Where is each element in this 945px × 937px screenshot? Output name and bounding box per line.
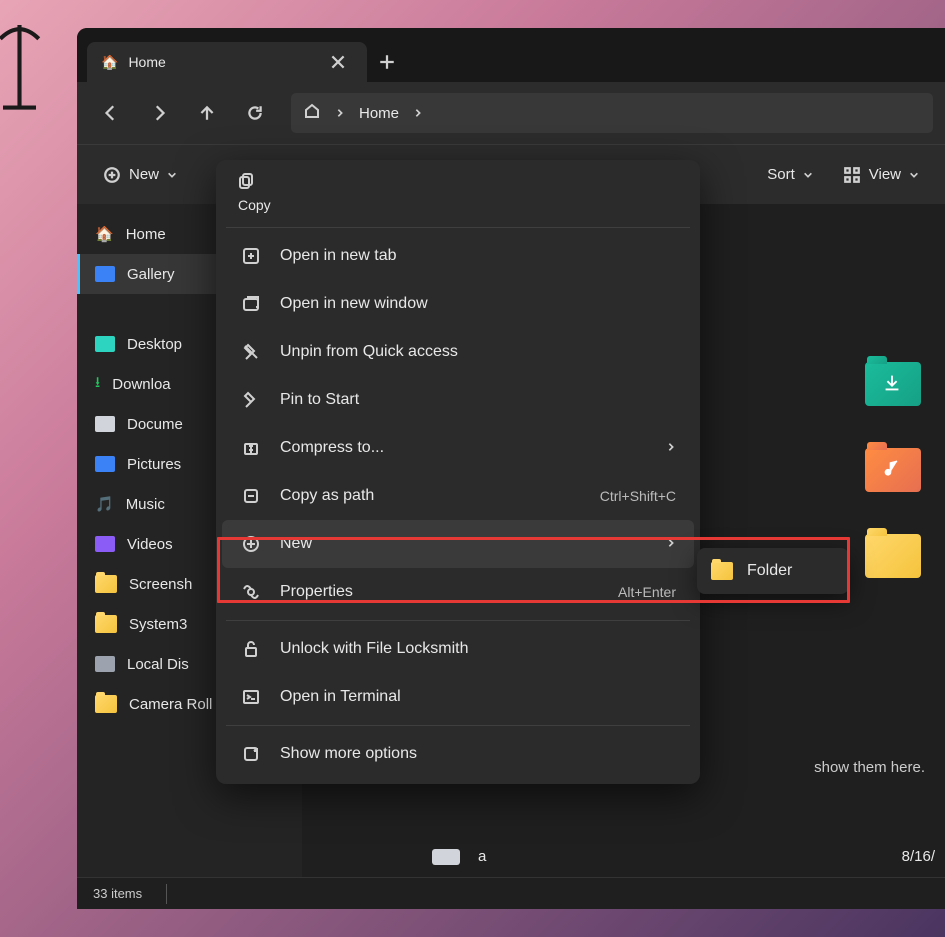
pin-icon [240, 391, 262, 409]
new-tab-icon [240, 247, 262, 265]
tab-home[interactable]: 🏠 Home [87, 42, 367, 82]
chevron-right-icon [413, 105, 423, 122]
drive-icon [432, 849, 460, 865]
properties-icon [240, 583, 262, 601]
ctx-properties[interactable]: PropertiesAlt+Enter [222, 568, 694, 616]
breadcrumb-home[interactable]: Home [359, 105, 399, 122]
list-row-date: 8/16/ [902, 848, 935, 865]
terminal-icon [240, 688, 262, 706]
view-button[interactable]: View [833, 160, 929, 190]
refresh-button[interactable] [233, 91, 277, 135]
ctx-open-new-tab[interactable]: Open in new tab [222, 232, 694, 280]
separator [226, 227, 690, 228]
ctx-compress[interactable]: Compress to... [222, 424, 694, 472]
ctx-terminal[interactable]: Open in Terminal [222, 673, 694, 721]
ctx-new[interactable]: New [222, 520, 694, 568]
separator [226, 725, 690, 726]
folder-icon [95, 575, 117, 593]
folder-grid [865, 362, 921, 578]
folder-icon [95, 615, 117, 633]
back-button[interactable] [89, 91, 133, 135]
videos-icon [95, 536, 115, 552]
tab-bar: 🏠 Home [77, 28, 945, 82]
document-icon [95, 416, 115, 432]
context-menu: Copy Open in new tab Open in new window … [216, 160, 700, 784]
status-bar: 33 items [77, 877, 945, 909]
chevron-right-icon [666, 439, 676, 457]
breadcrumb-bar[interactable]: Home [291, 93, 933, 133]
more-icon [240, 745, 262, 763]
download-icon: ⭳ [95, 372, 100, 397]
lock-icon [240, 640, 262, 658]
copy-path-icon [240, 487, 262, 505]
address-bar: Home [77, 82, 945, 144]
view-label: View [869, 166, 901, 183]
chevron-right-icon [335, 105, 345, 122]
desktop-icon [95, 336, 115, 352]
home-icon: 🏠 [95, 225, 114, 243]
pinned-hint: show them here. [814, 759, 925, 776]
home-icon: 🏠 [101, 54, 118, 71]
tab-title: Home [128, 54, 165, 70]
music-icon: 🎵 [95, 495, 114, 513]
item-count: 33 items [93, 886, 142, 901]
folder-icon [711, 562, 733, 580]
chevron-right-icon [666, 535, 676, 553]
gallery-icon [95, 266, 115, 282]
separator [226, 620, 690, 621]
plus-circle-icon [240, 535, 262, 553]
new-label: New [129, 166, 159, 183]
ctx-copy-path[interactable]: Copy as pathCtrl+Shift+C [222, 472, 694, 520]
close-tab-button[interactable] [323, 47, 353, 77]
home-icon [303, 102, 321, 124]
generic-folder-icon[interactable] [865, 534, 921, 578]
music-folder-icon[interactable] [865, 448, 921, 492]
pictures-icon [95, 456, 115, 472]
new-tab-button[interactable] [367, 42, 407, 82]
compress-icon [240, 439, 262, 457]
ctx-copy-action[interactable]: Copy [222, 166, 694, 223]
divider [166, 884, 167, 904]
unpin-icon [240, 343, 262, 361]
ctx-unlock[interactable]: Unlock with File Locksmith [222, 625, 694, 673]
ctx-unpin[interactable]: Unpin from Quick access [222, 328, 694, 376]
sort-label: Sort [767, 166, 795, 183]
new-button[interactable]: New [93, 160, 187, 190]
disk-icon [95, 656, 115, 672]
ctx-more-options[interactable]: Show more options [222, 730, 694, 778]
folder-icon [95, 695, 117, 713]
background-lamp [0, 20, 47, 140]
new-window-icon [240, 295, 262, 313]
new-submenu-folder[interactable]: Folder [697, 548, 849, 594]
downloads-folder-icon[interactable] [865, 362, 921, 406]
ctx-pin-start[interactable]: Pin to Start [222, 376, 694, 424]
forward-button[interactable] [137, 91, 181, 135]
copy-icon [238, 172, 256, 195]
sort-button[interactable]: Sort [757, 160, 823, 189]
up-button[interactable] [185, 91, 229, 135]
ctx-open-new-window[interactable]: Open in new window [222, 280, 694, 328]
list-row[interactable]: a [432, 848, 486, 865]
